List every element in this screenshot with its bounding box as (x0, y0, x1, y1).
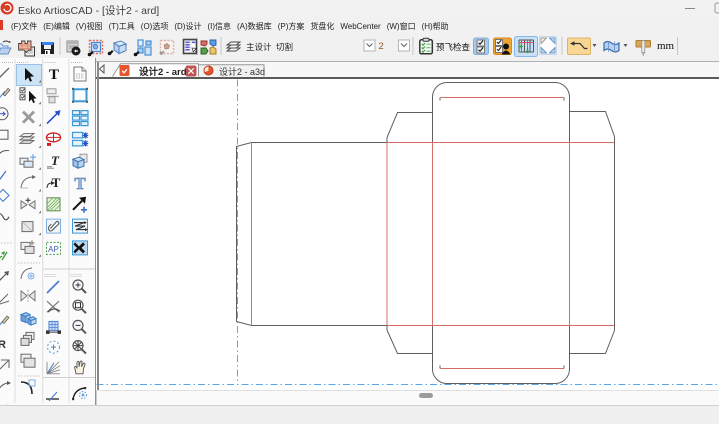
svg-text:T: T (49, 67, 59, 83)
svg-text:T: T (74, 174, 86, 193)
svg-text:AP: AP (48, 245, 59, 254)
svg-text:T: T (51, 153, 60, 168)
svg-text:R: R (0, 339, 6, 351)
